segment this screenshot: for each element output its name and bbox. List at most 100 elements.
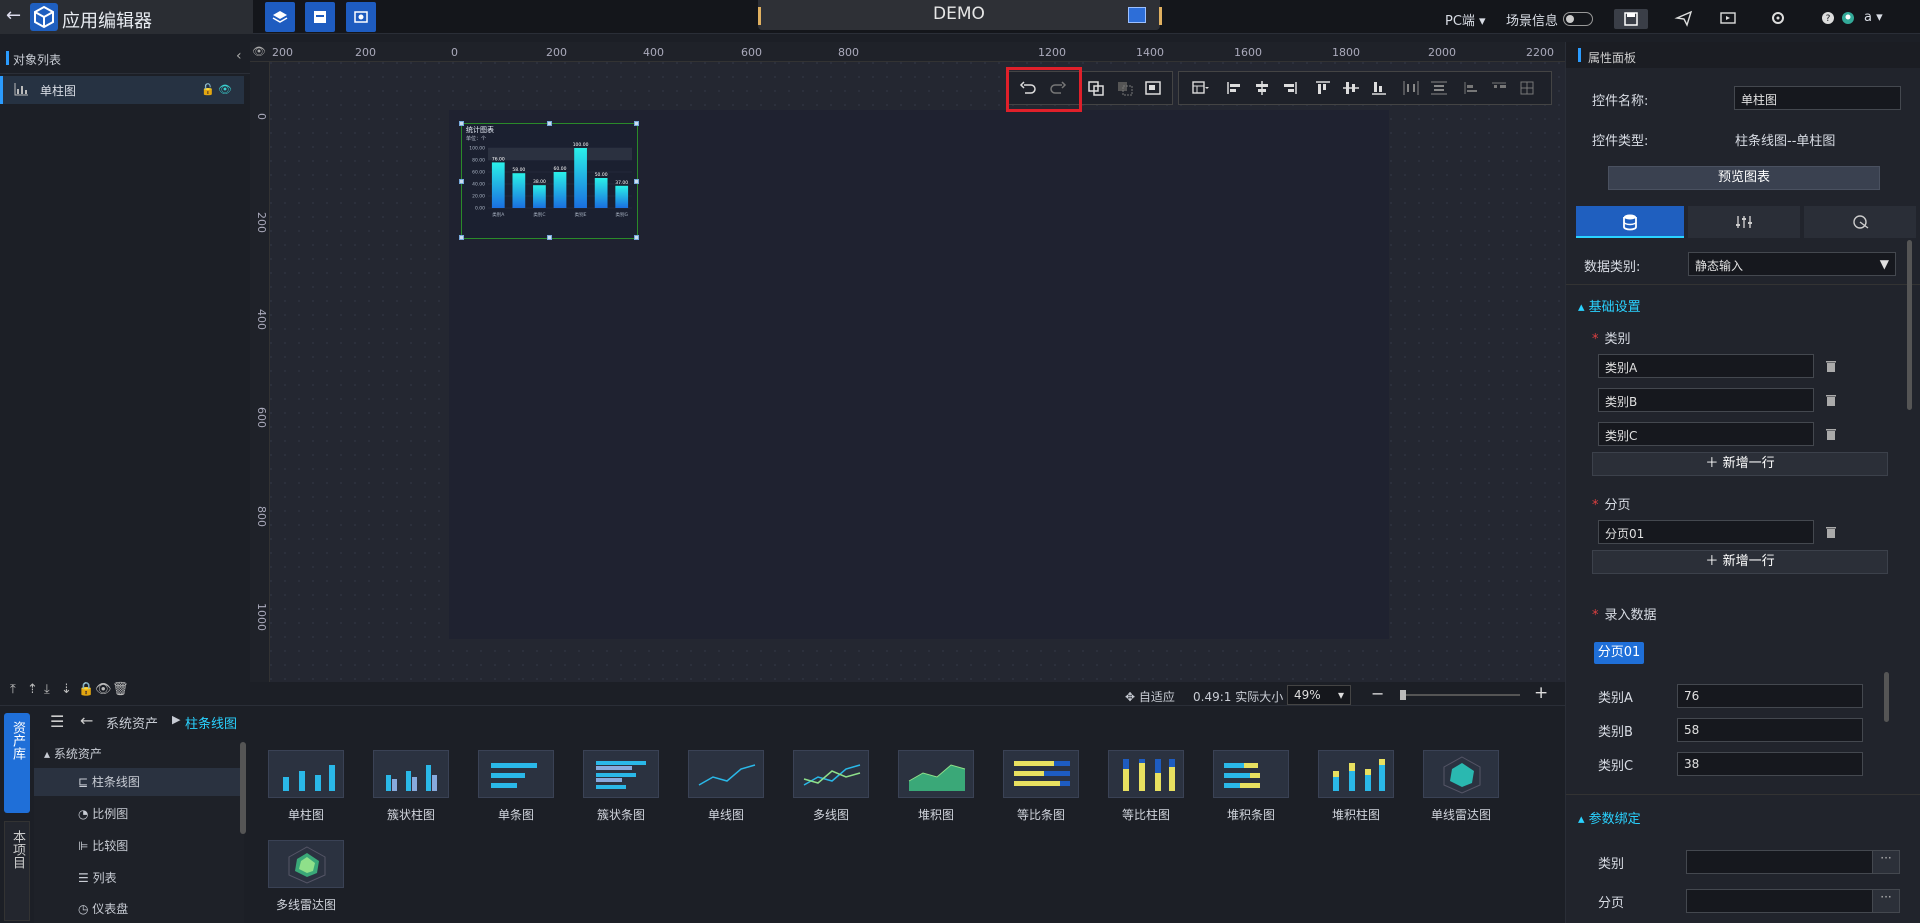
gear-icon[interactable] bbox=[1767, 8, 1789, 28]
resize-handle[interactable] bbox=[459, 235, 464, 240]
project-selector[interactable]: DEMO bbox=[758, 0, 1162, 30]
tree-item[interactable]: ☰ 列表 bbox=[34, 864, 244, 892]
back-arrow-icon[interactable]: ← bbox=[6, 7, 26, 27]
collapse-chevron-icon[interactable]: ‹ bbox=[236, 48, 242, 64]
align-left-icon[interactable] bbox=[1225, 80, 1243, 96]
layout-dropdown-icon[interactable] bbox=[1191, 80, 1209, 96]
eye-icon[interactable]: 👁 bbox=[218, 83, 232, 96]
bar-chart-widget[interactable]: 统计图表 单位：个 100.00 80.00 60.00 40.00 20.00 0.00… bbox=[459, 121, 639, 240]
device-selector[interactable]: PC端 ▾ bbox=[1445, 10, 1486, 29]
asset-thumbnail[interactable]: 簇状柱图 bbox=[369, 750, 459, 822]
send-icon[interactable] bbox=[1673, 8, 1695, 28]
more-icon[interactable]: ··· bbox=[1872, 889, 1900, 913]
tree-scrollbar[interactable] bbox=[240, 742, 246, 834]
zoom-slider[interactable] bbox=[1400, 690, 1520, 700]
tab-this-project[interactable]: 本项目 bbox=[4, 821, 30, 921]
tree-root[interactable]: ▴ 系统资产 bbox=[34, 740, 244, 768]
asset-thumbnail[interactable]: 堆积柱图 bbox=[1314, 750, 1404, 822]
move-up-icon[interactable]: ⤒ bbox=[10, 682, 27, 697]
trash-icon[interactable] bbox=[1823, 524, 1839, 540]
zoom-select[interactable]: 49% ▾ bbox=[1287, 685, 1351, 705]
asset-thumbnail[interactable]: 堆积图 bbox=[894, 750, 984, 822]
ruler-eye-icon[interactable]: 👁 bbox=[252, 45, 266, 58]
align-center-h-icon[interactable] bbox=[1253, 80, 1271, 96]
resize-handle[interactable] bbox=[547, 121, 552, 126]
resize-handle[interactable] bbox=[634, 121, 639, 126]
zoom-in-icon[interactable]: + bbox=[1534, 683, 1548, 703]
chevron-down-icon[interactable] bbox=[1128, 7, 1146, 23]
tab-asset-library[interactable]: 资产库 bbox=[4, 713, 30, 813]
back-arrow-icon[interactable]: ← bbox=[80, 711, 93, 730]
breadcrumb-current[interactable]: 柱条线图 bbox=[185, 713, 237, 732]
eye-icon[interactable]: 👁 bbox=[95, 682, 112, 697]
asset-thumbnail[interactable]: 簇状条图 bbox=[579, 750, 669, 822]
breadcrumb-root[interactable]: 系统资产 bbox=[106, 713, 158, 732]
asset-thumbnail[interactable]: 单柱图 bbox=[264, 750, 354, 822]
lock-icon[interactable]: 🔒 bbox=[78, 682, 95, 697]
move-bottom-icon[interactable]: ⇣ bbox=[61, 682, 78, 697]
tree-item[interactable]: ◷ 仪表盘 bbox=[34, 895, 244, 923]
category-input[interactable]: 类别B bbox=[1598, 388, 1814, 412]
asset-thumbnail[interactable]: 单条图 bbox=[474, 750, 564, 822]
resize-handle[interactable] bbox=[634, 235, 639, 240]
resize-handle[interactable] bbox=[634, 179, 639, 184]
entry-value-input[interactable]: 76 bbox=[1677, 684, 1863, 708]
param-binding-title[interactable]: ▴ 参数绑定 bbox=[1578, 808, 1641, 827]
trash-icon[interactable] bbox=[1823, 358, 1839, 374]
bring-forward-icon[interactable] bbox=[1087, 80, 1105, 96]
storage-icon[interactable] bbox=[305, 2, 335, 32]
match-size-icon[interactable] bbox=[1518, 80, 1536, 96]
tree-item[interactable]: ◔ 比例图 bbox=[34, 800, 244, 828]
avatar-icon[interactable] bbox=[1837, 8, 1859, 28]
align-bottom-icon[interactable] bbox=[1370, 80, 1388, 96]
zoom-slider-knob[interactable] bbox=[1400, 690, 1406, 700]
move-down-icon[interactable]: ⤓ bbox=[44, 682, 61, 697]
align-middle-v-icon[interactable] bbox=[1342, 80, 1360, 96]
distribute-h-icon[interactable] bbox=[1402, 80, 1420, 96]
more-icon[interactable]: ··· bbox=[1872, 850, 1900, 874]
add-page-row-button[interactable]: ＋ 新增一行 bbox=[1592, 550, 1888, 574]
group-icon[interactable] bbox=[1144, 80, 1162, 96]
layers-icon[interactable] bbox=[265, 2, 295, 32]
add-category-row-button[interactable]: ＋ 新增一行 bbox=[1592, 452, 1888, 476]
save-icon[interactable] bbox=[1614, 9, 1648, 29]
tree-item[interactable]: ⊫ 比较图 bbox=[34, 832, 244, 860]
menu-icon[interactable]: ☰ bbox=[50, 712, 64, 731]
bind-page-input[interactable] bbox=[1686, 889, 1874, 913]
tab-style[interactable] bbox=[1688, 206, 1800, 238]
asset-thumbnail[interactable]: 多线图 bbox=[789, 750, 879, 822]
send-backward-icon[interactable] bbox=[1116, 80, 1134, 96]
tree-item[interactable]: ⊑ 柱条线图 bbox=[34, 768, 244, 796]
category-input[interactable]: 类别C bbox=[1598, 422, 1814, 446]
trash-icon[interactable] bbox=[1823, 392, 1839, 408]
resize-handle[interactable] bbox=[547, 235, 552, 240]
match-width-icon[interactable] bbox=[1462, 80, 1480, 96]
asset-thumbnail[interactable]: 等比条图 bbox=[999, 750, 1089, 822]
user-menu[interactable]: a ▾ bbox=[1864, 10, 1883, 25]
basic-settings-title[interactable]: ▴ 基础设置 bbox=[1578, 296, 1641, 315]
entries-scrollbar[interactable] bbox=[1884, 672, 1889, 722]
asset-thumbnail[interactable]: 等比柱图 bbox=[1104, 750, 1194, 822]
asset-thumbnail[interactable]: 单线雷达图 bbox=[1419, 750, 1509, 822]
preview-chart-button[interactable]: 预览图表 bbox=[1608, 166, 1880, 190]
properties-scrollbar[interactable] bbox=[1907, 240, 1912, 410]
move-top-icon[interactable]: ⇡ bbox=[27, 682, 44, 697]
entry-value-input[interactable]: 58 bbox=[1677, 718, 1863, 742]
bind-category-input[interactable] bbox=[1686, 850, 1874, 874]
distribute-v-icon[interactable] bbox=[1430, 80, 1448, 96]
delete-icon[interactable]: 🗑 bbox=[112, 682, 129, 697]
preview-icon[interactable] bbox=[1717, 8, 1739, 28]
scene-info-toggle[interactable] bbox=[1563, 12, 1593, 26]
match-height-icon[interactable] bbox=[1490, 80, 1508, 96]
asset-thumbnail[interactable]: 单线图 bbox=[684, 750, 774, 822]
tab-interaction[interactable] bbox=[1804, 206, 1916, 238]
unlock-icon[interactable]: 🔓 bbox=[201, 83, 215, 96]
entry-value-input[interactable]: 38 bbox=[1677, 752, 1863, 776]
align-right-icon[interactable] bbox=[1281, 80, 1299, 96]
asset-thumbnail[interactable]: 堆积条图 bbox=[1209, 750, 1299, 822]
widget-name-input[interactable]: 单柱图 bbox=[1734, 86, 1901, 110]
object-item[interactable]: 单柱图 🔓 👁 bbox=[0, 76, 244, 104]
category-input[interactable]: 类别A bbox=[1598, 354, 1814, 378]
zoom-out-icon[interactable]: − bbox=[1371, 684, 1384, 703]
resize-handle[interactable] bbox=[459, 121, 464, 126]
